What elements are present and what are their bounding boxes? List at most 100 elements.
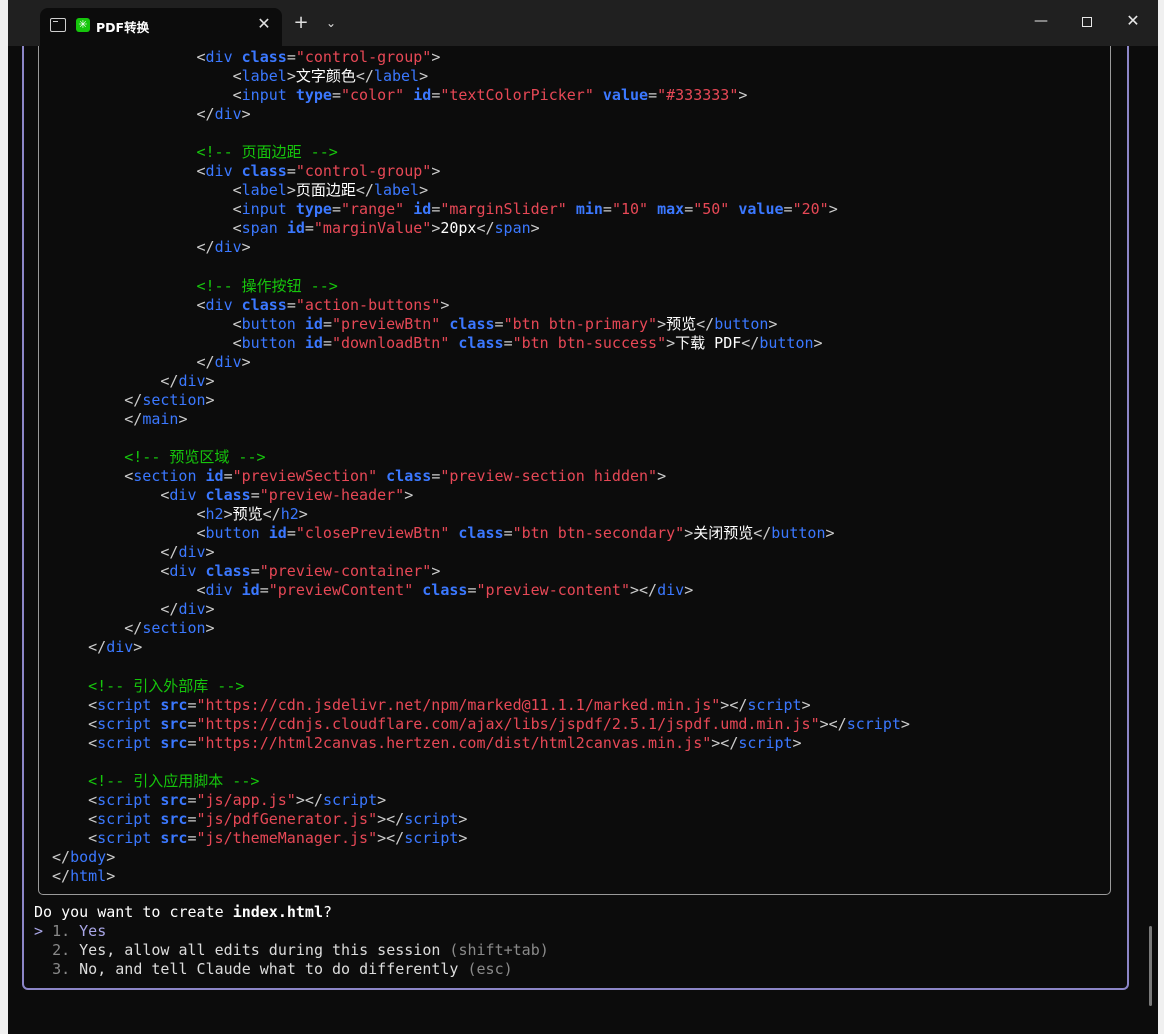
question-text: Do you want to create [34,903,233,921]
code-token: script [97,733,161,752]
code-token: </ [196,105,215,124]
code-token: "action-buttons" [295,295,441,314]
code-token: > [458,809,468,828]
option-number: 3. [52,960,71,978]
code-token: label [373,181,420,200]
code-token: < [196,581,206,600]
code-token: </ [696,314,715,333]
code-token: script [404,809,459,828]
maximize-button[interactable] [1064,6,1110,36]
code-token: < [232,314,242,333]
code-token: class [458,524,504,543]
code-line: </div> [52,543,1102,562]
code-line: </div> [52,638,1102,657]
code-token: "50" [693,200,739,219]
close-window-button[interactable]: ✕ [1110,6,1156,36]
code-token: > [440,295,450,314]
code-token: script [97,714,161,733]
code-token: 预览 [232,505,263,524]
code-token: section [142,619,206,638]
code-token: <!-- 操作按钮 --> [196,276,338,295]
code-token: </ [160,600,179,619]
code-token: "https://html2canvas.hertzen.com/dist/ht… [196,733,712,752]
option-hint: (shift+tab) [449,941,549,959]
chevron-down-icon[interactable]: ⌄ [320,12,342,34]
code-token: button [714,314,769,333]
option-number: 1. [52,922,71,940]
option-yes[interactable]: > 1. Yes [34,922,1124,941]
code-token: max [657,200,685,219]
code-token: class [241,48,287,66]
code-token: "textColorPicker" [440,86,603,105]
code-token: class [241,162,287,181]
option-no[interactable]: 3. No, and tell Claude what to do differ… [34,960,1124,979]
code-line: <script src="https://html2canvas.hertzen… [52,734,1102,753]
code-line: </section> [52,391,1102,410]
question-mark: ? [323,903,333,921]
code-token: > [792,733,802,752]
new-tab-button[interactable]: + [290,12,312,34]
code-token: > [458,828,468,847]
code-token: label [241,67,287,86]
code-line: </body> [52,848,1102,867]
code-token: button [241,333,305,352]
code-preview: <div class="control-group"> <label>文字颜色<… [52,48,1102,886]
code-token: = [331,86,341,105]
code-token: h2 [205,505,224,524]
code-token: </ [355,67,374,86]
option-number: 2. [52,941,71,959]
code-line: <div class="action-buttons"> [52,296,1102,315]
tab-close-icon[interactable]: ✕ [254,14,274,34]
code-token: div [106,638,134,657]
minimize-button[interactable]: — [1018,6,1064,36]
code-token: 文字颜色 [295,67,356,86]
code-line: <button id="downloadBtn" class="btn btn-… [52,334,1102,353]
code-line: </main> [52,410,1102,429]
code-line: <section id="previewSection" class="prev… [52,467,1102,486]
code-token: <!-- 引入外部库 --> [88,676,245,695]
tab-pdf-convert[interactable]: ✳ PDF转换 ✕ [40,8,282,46]
code-token: > [133,638,143,657]
code-token: > [241,105,251,124]
code-token: = [648,86,658,105]
code-token: "marginValue" [313,219,432,238]
code-token: > [377,790,387,809]
code-token: </ [741,333,760,352]
code-token: src [160,733,188,752]
code-token: main [142,409,179,428]
scrollbar[interactable] [1149,926,1152,1006]
code-token: div [178,543,206,562]
code-token: > [530,219,540,238]
option-allow-all[interactable]: 2. Yes, allow all edits during this sess… [34,941,1124,960]
code-token: "color" [341,86,414,105]
code-token: < [232,181,242,200]
code-token: > [900,714,910,733]
code-token: < [196,162,206,181]
code-token: "preview-section hidden" [440,467,658,486]
code-token: > [286,67,296,86]
code-token: > [801,695,811,714]
code-line: <label>页面边距</label> [52,181,1102,200]
code-token: = [187,809,197,828]
code-token: "btn btn-primary" [503,314,658,333]
code-token: ></ [711,733,739,752]
code-token: < [232,86,242,105]
app-icon: ✳ [76,18,90,32]
code-line: <!-- 预览区域 --> [52,448,1102,467]
code-token: type [295,86,332,105]
code-token: id [241,581,260,600]
code-token: ></ [377,828,405,847]
code-token: = [286,295,296,314]
code-token: > [431,162,441,181]
code-token: = [187,828,197,847]
code-token: = [187,790,197,809]
code-token: "https://cdnjs.cloudflare.com/ajax/libs/… [196,714,820,733]
code-token: id [413,200,432,219]
